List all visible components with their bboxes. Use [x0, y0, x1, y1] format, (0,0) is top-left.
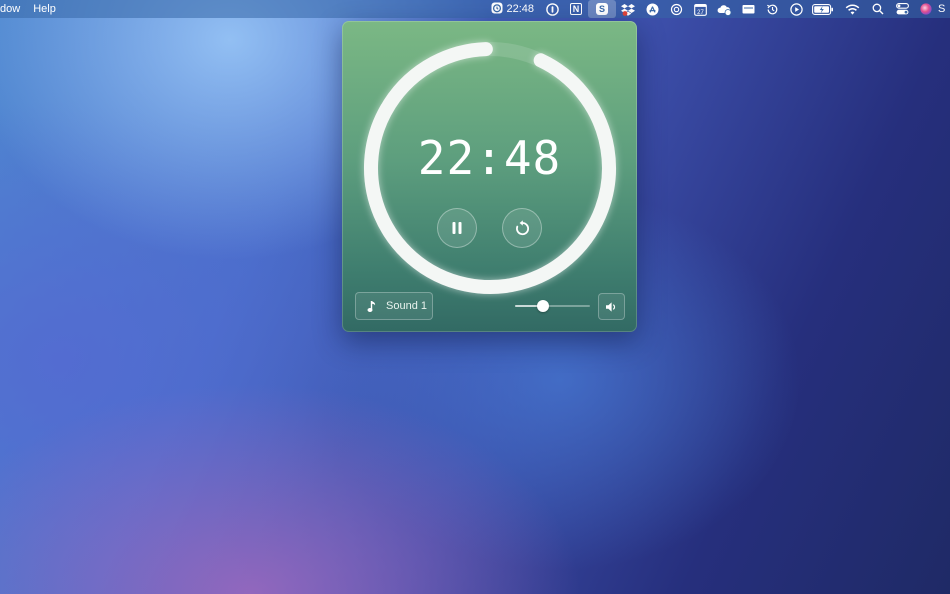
calendar-day-text: 27 — [697, 9, 704, 15]
calendar-icon[interactable]: 27 — [688, 0, 712, 18]
pause-button[interactable] — [437, 208, 477, 248]
menu-bar-status-items: 22:48 N S 27 S — [487, 0, 950, 18]
volume-button[interactable] — [598, 293, 625, 320]
spotlight-search-icon[interactable] — [866, 0, 890, 18]
control-center-icon[interactable] — [890, 0, 914, 18]
menu-bar-app-menus: dow Help — [0, 0, 69, 18]
onepassword-icon[interactable] — [540, 0, 564, 18]
notion-glyph: N — [570, 3, 582, 15]
reset-button[interactable] — [502, 208, 542, 248]
timer-time-display: 22:48 — [417, 131, 562, 185]
battery-icon — [808, 0, 838, 18]
reset-icon — [515, 219, 529, 235]
play-icon[interactable] — [784, 0, 808, 18]
app-store-icon[interactable] — [640, 0, 664, 18]
timer-menu-item[interactable]: 22:48 — [487, 0, 540, 18]
skype-icon[interactable]: S — [588, 0, 616, 18]
menu-window[interactable]: dow — [0, 0, 20, 18]
menu-bar-user-text[interactable]: S — [938, 0, 950, 18]
speaker-icon — [606, 301, 616, 312]
wifi-icon[interactable] — [838, 0, 866, 18]
dropbox-icon[interactable] — [616, 0, 640, 18]
sound-label: Sound 1 — [386, 300, 427, 312]
pause-icon — [452, 222, 462, 234]
sound-select-button[interactable]: Sound 1 — [355, 292, 433, 320]
menu-help[interactable]: Help — [33, 0, 56, 18]
notion-icon[interactable]: N — [564, 0, 588, 18]
siri-icon[interactable] — [914, 0, 938, 18]
chatgpt-icon[interactable] — [664, 0, 688, 18]
volume-slider-thumb[interactable] — [536, 300, 549, 312]
weather-icon[interactable] — [712, 0, 736, 18]
music-note-icon — [367, 300, 377, 313]
timer-popover: 22:48 Sound 1 — [342, 21, 637, 332]
time-machine-icon[interactable] — [760, 0, 784, 18]
clock-timer-icon — [491, 2, 503, 17]
menu-bar: dow Help 22:48 N S 27 S — [0, 0, 950, 18]
menu-bar-timer-time: 22:48 — [506, 3, 534, 15]
volume-slider[interactable] — [515, 300, 590, 312]
skype-glyph: S — [596, 3, 608, 15]
display-icon[interactable] — [736, 0, 760, 18]
